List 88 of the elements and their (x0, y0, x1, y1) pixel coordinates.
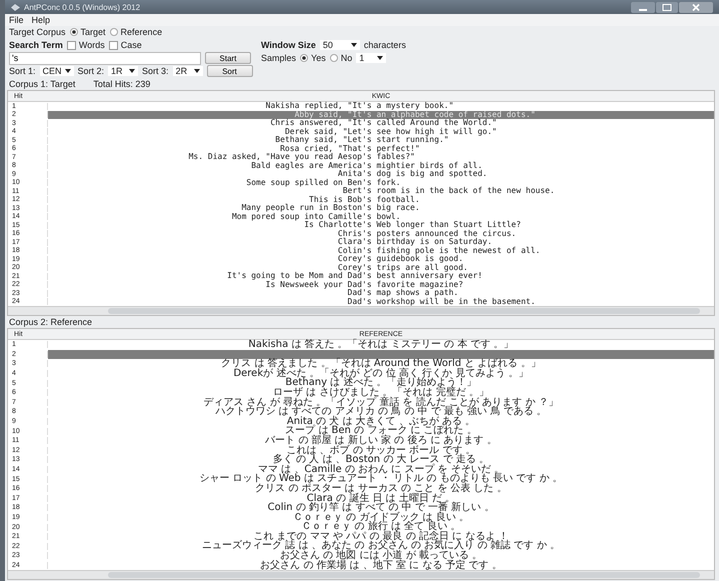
kwic-row[interactable]: Corey's guidebook is good. (48, 255, 714, 264)
field-label: Sort 2: (78, 66, 104, 76)
scrollbar[interactable] (8, 570, 714, 580)
kwic-row[interactable]: Some soup spilled on Ben's fork. (48, 178, 714, 187)
option-label: Case (120, 40, 142, 50)
kwic-row[interactable]: Derek said, "Let's see how high it will go." (48, 128, 714, 136)
reference-row[interactable]: バート の 部屋 は 新しい 家 の 後ろ に あります 。 (48, 436, 714, 446)
caret-icon (64, 69, 71, 73)
reference-row[interactable]: Bethany は 述べた 。「走り始めよう！」 (48, 378, 714, 388)
reference-row[interactable]: ローザ は さけびました 。「それは 完璧だ 。」 (48, 388, 714, 398)
kwic-row[interactable]: Nakisha replied, "It's a mystery book." (48, 102, 714, 110)
radio-button[interactable] (110, 28, 118, 36)
reference-row[interactable]: お父さん の 地図 には 小道 が 載っている 。 (48, 551, 714, 561)
checkbox[interactable] (66, 40, 76, 50)
kwic-row[interactable]: Anita's dog is big and spotted. (48, 170, 714, 178)
unit-label: characters (364, 40, 406, 50)
kwic-row[interactable]: Bald eagles are America's mightier birds of all. (48, 162, 714, 170)
radio-button[interactable] (70, 28, 78, 36)
kwic-row[interactable]: Bethany said, "Let's start running." (48, 136, 714, 144)
caret-icon (350, 43, 357, 47)
reference-row[interactable]: クリス は 答えました 。「それは Around the World と よばれる 。」 (48, 359, 714, 369)
reference-row[interactable]: ディアス さん が 尋ねた 。「イソップ 童話 を 読んだ ことが あります か ？」 (48, 398, 714, 408)
field-label: Search Term (9, 40, 63, 50)
caret-icon (377, 56, 384, 60)
reference-row[interactable]: Derekが 述べた 。「それが どの 位 高く 行くか 見てみよう 。」 (48, 368, 714, 378)
reference-row[interactable]: シャー ロット の Web は スチュアート ・ リトル の ものよりも 長い です か 。 (48, 474, 714, 484)
kwic-row[interactable]: Clara's birthday is on Saturday. (48, 238, 714, 246)
reference-row[interactable]: クリス の ポスター は サーカス の こと を 公表 した 。 (48, 484, 714, 494)
kwic-row[interactable]: Ms. Diaz asked, "Have you read Aesop's fables?" (48, 153, 714, 162)
kwic-row[interactable]: Is Charlotte's Web longer than Stuart Little? (48, 221, 714, 230)
sort-dropdown[interactable]: 1R (108, 66, 138, 76)
window-title: AntPConc 0.0.5 (Windows) 2012 (24, 2, 140, 12)
option-label: Target (80, 27, 106, 37)
kwic-row[interactable]: Corey's trips are all good. (48, 264, 714, 272)
kwic-row[interactable]: Dad's map shows a path. (48, 289, 714, 298)
corpus-label: Corpus 1: Target (9, 79, 76, 89)
close-icon[interactable] (679, 2, 713, 12)
window-size-dropdown[interactable]: 50 (320, 40, 360, 50)
reference-row[interactable]: ハクトウワシ は すべての アメリカ の 鳥 の 中 で 最も 強い 鳥 である 。 (48, 407, 714, 417)
kwic-row[interactable]: Dad's workshop will be in the basement. (48, 298, 714, 306)
option-label: Words (78, 40, 105, 50)
field-label: Target Corpus (9, 27, 66, 37)
minimize-icon[interactable] (631, 2, 655, 12)
checkbox[interactable] (108, 40, 118, 50)
reference-row[interactable]: Ｃｏｒｅｙ の 旅行 は 全て 良い 。 (48, 522, 714, 532)
scrollbar[interactable] (8, 306, 714, 315)
kwic-row[interactable]: Chris's posters announced the circus. (48, 230, 714, 238)
reference-row[interactable]: Nakisha は 答えた 。「それは ミステリー の 本 です 。」 (48, 340, 714, 350)
reference-row[interactable]: Colin の 釣り竿 は すべて の 中 で 一番 新しい 。 (48, 503, 714, 513)
field-label: Sort 3: (142, 66, 169, 76)
corpus-label: Corpus 2: Reference (8, 316, 94, 328)
reference-row[interactable] (48, 350, 714, 360)
reference-row[interactable]: お父さん の 作業場 は 、地下 室 に なる 予定 です 。 (48, 560, 714, 570)
total-hits: Total Hits: 239 (93, 79, 150, 89)
kwic-row[interactable]: Chris answered, "It's called Around the World." (48, 119, 714, 128)
reference-row[interactable]: ママ は 、Camille の おわん に スープ を そそいだ 。 (48, 464, 714, 474)
reference-row[interactable]: 多く の 人 は 、Boston の 大 レース で 走る 。 (48, 455, 714, 465)
menu-item[interactable]: Help (32, 15, 50, 25)
kwic-row[interactable]: This is Bob's football. (48, 196, 714, 204)
maximize-icon[interactable] (656, 2, 678, 12)
field-label: Sort 1: (9, 66, 36, 76)
kwic-row[interactable]: Bert's room is in the back of the new house. (48, 187, 714, 196)
radio-button[interactable] (300, 54, 308, 62)
kwic-row[interactable]: Rosa cried, "That's perfect!" (48, 144, 714, 153)
kwic-row[interactable]: It's going to be Mom and Dad's best anniversary ever! (48, 272, 714, 280)
kwic-row[interactable]: Is Newsweek your Dad's favorite magazine? (48, 280, 714, 289)
kwic-row[interactable]: Many people run in Boston's big race. (48, 204, 714, 212)
kwic-row[interactable]: Colin's fishing pole is the newest of all. (48, 246, 714, 255)
field-label: Window Size (261, 40, 316, 50)
option-label: Yes (311, 53, 326, 63)
samples-dropdown[interactable]: 1 (356, 53, 386, 63)
kwic-row[interactable]: Mom pored soup into Camille's bowl. (48, 212, 714, 221)
search-field[interactable]: 's (9, 52, 201, 64)
sort-button[interactable]: Sort (206, 65, 253, 77)
option-label: No (340, 53, 352, 63)
app-icon (11, 4, 20, 10)
radio-button[interactable] (330, 54, 338, 62)
reference-row[interactable]: これは 、ボブ の サッカー ボール です 。 (48, 446, 714, 456)
reference-row[interactable]: スープ は Ben の フォーク に こぼれた 。 (48, 426, 714, 436)
sort-dropdown[interactable]: CEN (40, 66, 74, 76)
caret-icon (194, 69, 200, 73)
option-label: Reference (120, 27, 162, 37)
menu-item[interactable]: File (9, 15, 24, 25)
reference-row[interactable]: Ｃｏｒｅｙ の ガイドブック は 良い 。 (48, 512, 714, 522)
start-button[interactable]: Start (205, 52, 251, 64)
sort-dropdown[interactable]: 2R (172, 66, 203, 76)
caret-icon (129, 69, 136, 73)
field-label: Samples (261, 53, 296, 63)
